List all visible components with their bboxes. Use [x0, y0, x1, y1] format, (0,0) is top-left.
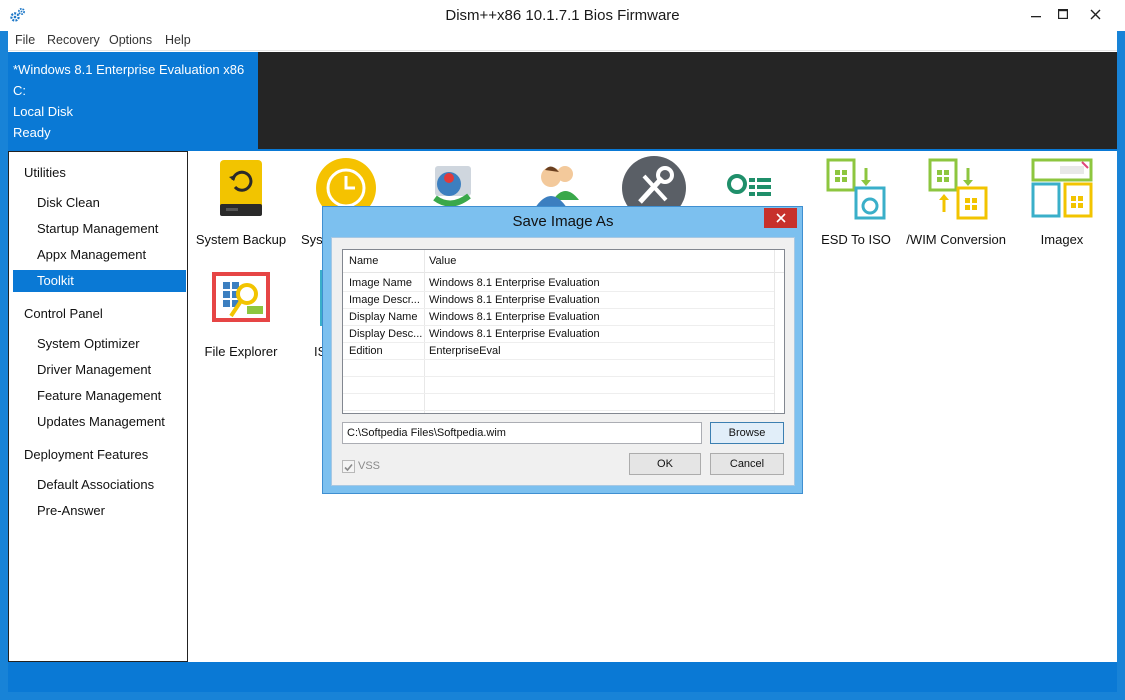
vss-label: VSS	[358, 460, 381, 472]
tool-user-accounts[interactable]	[510, 160, 600, 208]
grid-header: Name Value	[343, 250, 784, 273]
backup-drive-icon	[209, 158, 273, 222]
cancel-button[interactable]: Cancel	[710, 453, 784, 475]
table-row[interactable]	[343, 360, 774, 377]
sidebar-item-feature-management[interactable]: Feature Management	[13, 385, 186, 407]
tool-esd-to-iso[interactable]: ESD To ISO	[804, 158, 908, 247]
column-divider	[774, 250, 775, 413]
cell-name: Display Name	[349, 311, 418, 323]
close-icon	[1090, 9, 1100, 19]
sidebar-section-utilities[interactable]: Utilities	[24, 165, 66, 180]
sidebar-item-pre-answer[interactable]: Pre-Answer	[13, 500, 186, 522]
tool-imagex[interactable]: Imagex	[1010, 158, 1114, 247]
close-icon	[775, 213, 786, 223]
cell-value: EnterpriseEval	[429, 345, 501, 357]
sidebar-item-toolkit[interactable]: Toolkit	[13, 270, 186, 292]
close-window-button[interactable]	[1072, 0, 1118, 28]
cell-name: Image Name	[349, 277, 412, 289]
menu-file[interactable]: File	[15, 33, 35, 47]
sidebar-item-driver-management[interactable]: Driver Management	[13, 359, 186, 381]
cell-name: Display Desc...	[349, 328, 423, 340]
tool-file-explorer[interactable]: File Explorer	[189, 270, 293, 359]
tool-esd-wim-conversion[interactable]: ESD/WIM Conversion	[906, 158, 1010, 247]
sidebar-item-appx-management[interactable]: Appx Management	[13, 244, 186, 266]
esd-to-iso-icon	[824, 158, 888, 222]
imagex-icon	[1030, 158, 1094, 222]
cell-value: Windows 8.1 Enterprise Evaluation	[429, 294, 600, 306]
tool-repair-tools[interactable]	[614, 156, 694, 208]
ok-button[interactable]: OK	[629, 453, 701, 475]
sidebar-item-disk-clean[interactable]: Disk Clean	[13, 192, 186, 214]
sidebar-item-system-optimizer[interactable]: System Optimizer	[13, 333, 186, 355]
checkmark-icon	[344, 463, 353, 472]
sidebar-section-control-panel[interactable]: Control Panel	[24, 306, 103, 321]
tool-label: File Explorer	[204, 344, 278, 359]
tool-label: ESD To ISO	[821, 232, 891, 247]
table-row[interactable]: Image Name Windows 8.1 Enterprise Evalua…	[343, 275, 774, 292]
disk-type-text: Local Disk	[13, 104, 73, 119]
cell-value: Windows 8.1 Enterprise Evaluation	[429, 311, 600, 323]
tool-label: Imagex	[1040, 232, 1084, 247]
table-row[interactable]: Edition EnterpriseEval	[343, 343, 774, 360]
table-row[interactable]: Display Name Windows 8.1 Enterprise Eval…	[343, 309, 774, 326]
cell-name: Edition	[349, 345, 383, 357]
save-path-input[interactable]: C:\Softpedia Files\Softpedia.wim	[342, 422, 702, 444]
cell-value: Windows 8.1 Enterprise Evaluation	[429, 328, 600, 340]
tool-settings-list[interactable]	[716, 170, 786, 200]
menu-options[interactable]: Options	[109, 33, 152, 47]
status-bar	[8, 662, 1117, 692]
column-header-name[interactable]: Name	[349, 255, 378, 267]
tool-label: ESD/WIM Conversion	[906, 232, 1006, 247]
settings-list-icon	[725, 170, 777, 200]
session-list-area	[258, 52, 1117, 149]
status-text: Ready	[13, 125, 51, 140]
vss-checkbox[interactable]	[342, 460, 355, 473]
tool-label: System Backup	[195, 232, 287, 247]
table-row[interactable]: Image Descr... Windows 8.1 Enterprise Ev…	[343, 292, 774, 309]
menu-recovery[interactable]: Recovery	[47, 33, 100, 47]
table-row[interactable]: Display Desc... Windows 8.1 Enterprise E…	[343, 326, 774, 343]
sidebar: Utilities Disk Clean Startup Management …	[8, 151, 188, 662]
image-properties-grid[interactable]: Name Value Image Name Windows 8.1 Enterp…	[342, 249, 785, 414]
title-bar: Dism++x86 10.1.7.1 Bios Firmware	[0, 0, 1125, 31]
image-name-text: *Windows 8.1 Enterprise Evaluation x86	[13, 62, 245, 77]
sidebar-item-startup-management[interactable]: Startup Management	[13, 218, 186, 240]
cell-value: Windows 8.1 Enterprise Evaluation	[429, 277, 600, 289]
menu-bar: File Recovery Options Help	[8, 31, 1117, 51]
dialog-title: Save Image As	[512, 213, 614, 230]
table-row[interactable]	[343, 377, 774, 394]
file-explorer-icon	[209, 270, 273, 334]
dialog-close-button[interactable]	[764, 208, 797, 228]
network-account-icon	[425, 158, 477, 210]
esd-wim-convert-icon	[926, 158, 990, 222]
window-title: Dism++x86 10.1.7.1 Bios Firmware	[445, 7, 680, 24]
tool-system-backup[interactable]: System Backup	[189, 158, 293, 247]
drive-letter-text: C:	[13, 83, 26, 98]
sidebar-item-updates-management[interactable]: Updates Management	[13, 411, 186, 433]
browse-button[interactable]: Browse	[710, 422, 784, 444]
save-image-dialog: Save Image As Name Value Image Name Wind…	[322, 206, 803, 494]
minimize-icon	[1031, 16, 1041, 18]
sidebar-section-deployment-features[interactable]: Deployment Features	[24, 447, 148, 462]
table-row[interactable]	[343, 394, 774, 411]
tool-network-account[interactable]	[406, 158, 496, 210]
image-info-panel[interactable]: *Windows 8.1 Enterprise Evaluation x86 C…	[8, 52, 258, 149]
menu-help[interactable]: Help	[165, 33, 191, 47]
dialog-body: Name Value Image Name Windows 8.1 Enterp…	[331, 237, 795, 486]
tools-icon	[622, 156, 686, 208]
sidebar-item-default-associations[interactable]: Default Associations	[13, 474, 186, 496]
users-icon	[527, 160, 583, 208]
column-header-value[interactable]: Value	[429, 255, 456, 267]
cell-name: Image Descr...	[349, 294, 420, 306]
maximize-icon	[1058, 9, 1068, 19]
